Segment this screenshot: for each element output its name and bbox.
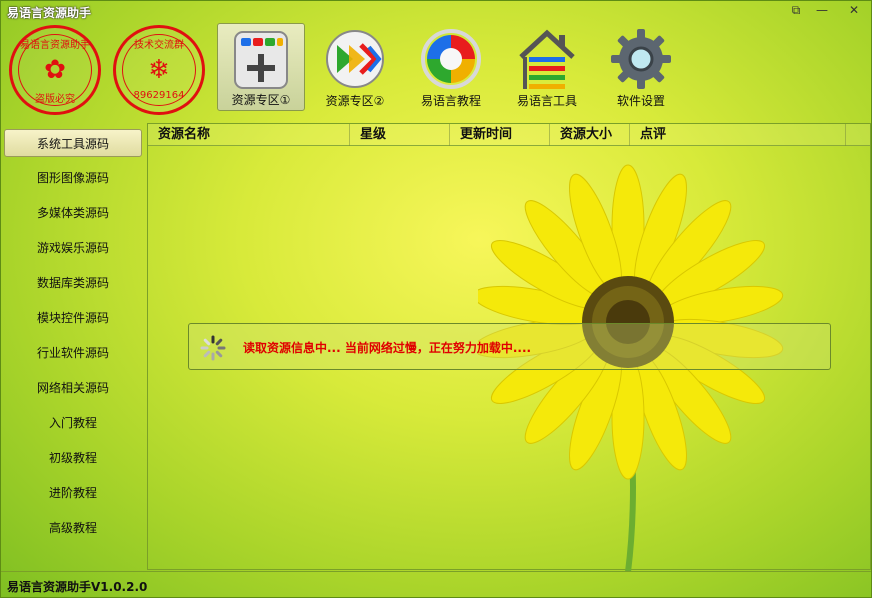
sidebar-item-expert[interactable]: 高级教程 [4, 514, 142, 542]
sidebar-item-modules[interactable]: 模块控件源码 [4, 304, 142, 332]
window-title: 易语言资源助手 [7, 6, 92, 20]
loading-panel: 读取资源信息中... 当前网络过慢，正在努力加载中.... [188, 323, 831, 370]
app-window: 易语言资源助手 ⧉ — ✕ 易语言资源助手 ✿ 盗版必究 技术交流群 ❄ 896… [0, 0, 872, 598]
stamp-logo-1: 易语言资源助手 ✿ 盗版必究 [9, 25, 101, 115]
loading-message: 读取资源信息中... 当前网络过慢，正在努力加载中.... [243, 341, 532, 355]
toolbar-item-resource-zone-2[interactable]: 资源专区② [311, 23, 399, 111]
sidebar: 系统工具源码 图形图像源码 多媒体类源码 游戏娱乐源码 数据库类源码 模块控件源… [4, 129, 144, 569]
toolbar-item-tutorials[interactable]: 易语言教程 [407, 23, 495, 111]
arrow-right-icon [326, 30, 384, 88]
sidebar-item-graphics[interactable]: 图形图像源码 [4, 164, 142, 192]
sidebar-item-beginner[interactable]: 入门教程 [4, 409, 142, 437]
sidebar-item-system-tools[interactable]: 系统工具源码 [4, 129, 142, 157]
close-button[interactable]: ✕ [843, 3, 865, 19]
sidebar-item-network[interactable]: 网络相关源码 [4, 374, 142, 402]
column-header-review[interactable]: 点评 [630, 124, 846, 146]
gear-icon [611, 29, 671, 89]
title-bar: 易语言资源助手 ⧉ — ✕ [1, 1, 871, 23]
loading-spinner-icon [200, 335, 226, 361]
toolbar-item-settings[interactable]: 软件设置 [597, 23, 685, 111]
stamp-logo-2: 技术交流群 ❄ 89629164 [113, 25, 205, 115]
toolbar-item-resource-zone-1[interactable]: 资源专区① [217, 23, 305, 111]
color-circle-icon [421, 29, 481, 89]
stamp-top-text: 易语言资源助手 [20, 40, 90, 51]
skin-icon[interactable]: ⧉ [785, 3, 807, 19]
stamp-top-text: 技术交流群 [134, 40, 184, 51]
toolbar: 易语言资源助手 ✿ 盗版必究 技术交流群 ❄ 89629164 资源专区① 资源… [1, 21, 871, 119]
column-header-name[interactable]: 资源名称 [148, 124, 350, 146]
toolbar-item-label: 资源专区② [325, 94, 385, 108]
resource-list: 资源名称 星级 更新时间 资源大小 点评 读取资源信息中... 当前网络过慢，正… [147, 123, 871, 572]
sidebar-item-multimedia[interactable]: 多媒体类源码 [4, 199, 142, 227]
sidebar-item-advanced[interactable]: 进阶教程 [4, 479, 142, 507]
column-header-rating[interactable]: 星级 [350, 124, 450, 146]
snowflake-symbol-icon: ❄ [148, 55, 170, 85]
stamp-bottom-text: 89629164 [133, 90, 185, 101]
sidebar-item-games[interactable]: 游戏娱乐源码 [4, 234, 142, 262]
status-bar: 易语言资源助手V1.0.2.0 [1, 571, 871, 597]
house-icon [519, 29, 575, 89]
sidebar-item-industry[interactable]: 行业软件源码 [4, 339, 142, 367]
sidebar-item-elementary[interactable]: 初级教程 [4, 444, 142, 472]
toolbar-item-label: 易语言工具 [516, 94, 577, 108]
table-header: 资源名称 星级 更新时间 资源大小 点评 [148, 124, 870, 146]
stamp-bottom-text: 盗版必究 [35, 94, 75, 105]
column-header-updated[interactable]: 更新时间 [450, 124, 550, 146]
toolbar-item-label: 易语言教程 [420, 94, 481, 108]
sidebar-item-database[interactable]: 数据库类源码 [4, 269, 142, 297]
flower-symbol-icon: ✿ [44, 55, 66, 85]
toolbar-item-label: 资源专区① [231, 93, 291, 107]
toolbar-item-tools[interactable]: 易语言工具 [503, 23, 591, 111]
minimize-button[interactable]: — [811, 3, 833, 19]
plus-grid-icon [234, 31, 288, 89]
column-header-size[interactable]: 资源大小 [550, 124, 630, 146]
version-text: 易语言资源助手V1.0.2.0 [7, 580, 148, 594]
toolbar-item-label: 软件设置 [616, 94, 665, 108]
